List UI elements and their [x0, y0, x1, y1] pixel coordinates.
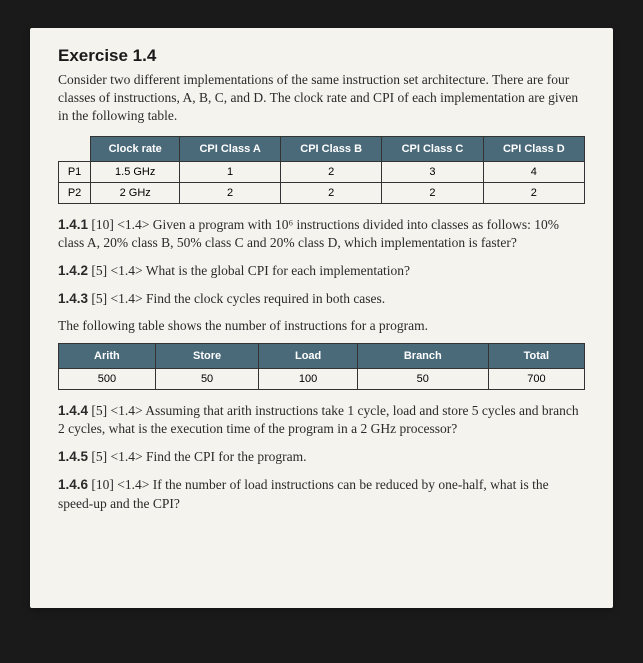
q-number: 1.4.2: [58, 263, 88, 278]
row-label: P1: [59, 161, 91, 182]
q-text: [5] <1.4> Find the CPI for the program.: [88, 449, 306, 464]
question-1.4.5: 1.4.5 [5] <1.4> Find the CPI for the pro…: [58, 448, 585, 466]
cpi-table: Clock rate CPI Class A CPI Class B CPI C…: [58, 136, 585, 204]
instruction-table: Arith Store Load Branch Total 500 50 100…: [58, 343, 585, 390]
cell: 50: [155, 368, 259, 389]
intro-paragraph: Consider two different implementations o…: [58, 71, 585, 126]
q-text: [5] <1.4> Assuming that arith instructio…: [58, 403, 579, 436]
table-header-row: Clock rate CPI Class A CPI Class B CPI C…: [59, 136, 585, 161]
table-row: 500 50 100 50 700: [59, 368, 585, 389]
q-text: [5] <1.4> What is the global CPI for eac…: [88, 263, 410, 278]
cell: 50: [357, 368, 488, 389]
cell: 2: [483, 182, 584, 203]
cell: 1.5 GHz: [91, 161, 180, 182]
cell: 700: [488, 368, 584, 389]
cell: 1: [180, 161, 281, 182]
q-text: [10] <1.4> Given a program with 10⁶ inst…: [58, 217, 559, 250]
col-cpi-b: CPI Class B: [280, 136, 381, 161]
cell: 4: [483, 161, 584, 182]
q-number: 1.4.4: [58, 403, 88, 418]
cell: 500: [59, 368, 156, 389]
col-cpi-d: CPI Class D: [483, 136, 584, 161]
q-number: 1.4.6: [58, 477, 88, 492]
sub-paragraph: The following table shows the number of …: [58, 317, 585, 335]
cell: 2: [382, 182, 483, 203]
q-text: [10] <1.4> If the number of load instruc…: [58, 477, 549, 510]
q-number: 1.4.3: [58, 291, 88, 306]
col-store: Store: [155, 343, 259, 368]
exercise-title: Exercise 1.4: [58, 46, 585, 66]
col-load: Load: [259, 343, 357, 368]
cell: 2 GHz: [91, 182, 180, 203]
table-header-row: Arith Store Load Branch Total: [59, 343, 585, 368]
blank-header: [59, 136, 91, 161]
question-1.4.4: 1.4.4 [5] <1.4> Assuming that arith inst…: [58, 402, 585, 438]
question-1.4.2: 1.4.2 [5] <1.4> What is the global CPI f…: [58, 262, 585, 280]
cell: 2: [180, 182, 281, 203]
table-row: P1 1.5 GHz 1 2 3 4: [59, 161, 585, 182]
col-branch: Branch: [357, 343, 488, 368]
question-1.4.6: 1.4.6 [10] <1.4> If the number of load i…: [58, 476, 585, 512]
col-cpi-a: CPI Class A: [180, 136, 281, 161]
cell: 2: [280, 161, 381, 182]
question-1.4.1: 1.4.1 [10] <1.4> Given a program with 10…: [58, 216, 585, 252]
cell: 3: [382, 161, 483, 182]
table-row: P2 2 GHz 2 2 2 2: [59, 182, 585, 203]
document-page: Exercise 1.4 Consider two different impl…: [30, 28, 613, 608]
col-cpi-c: CPI Class C: [382, 136, 483, 161]
col-arith: Arith: [59, 343, 156, 368]
cell: 100: [259, 368, 357, 389]
col-total: Total: [488, 343, 584, 368]
question-1.4.3: 1.4.3 [5] <1.4> Find the clock cycles re…: [58, 290, 585, 308]
q-text: [5] <1.4> Find the clock cycles required…: [88, 291, 385, 306]
q-number: 1.4.5: [58, 449, 88, 464]
cell: 2: [280, 182, 381, 203]
col-clock-rate: Clock rate: [91, 136, 180, 161]
q-number: 1.4.1: [58, 217, 88, 232]
row-label: P2: [59, 182, 91, 203]
